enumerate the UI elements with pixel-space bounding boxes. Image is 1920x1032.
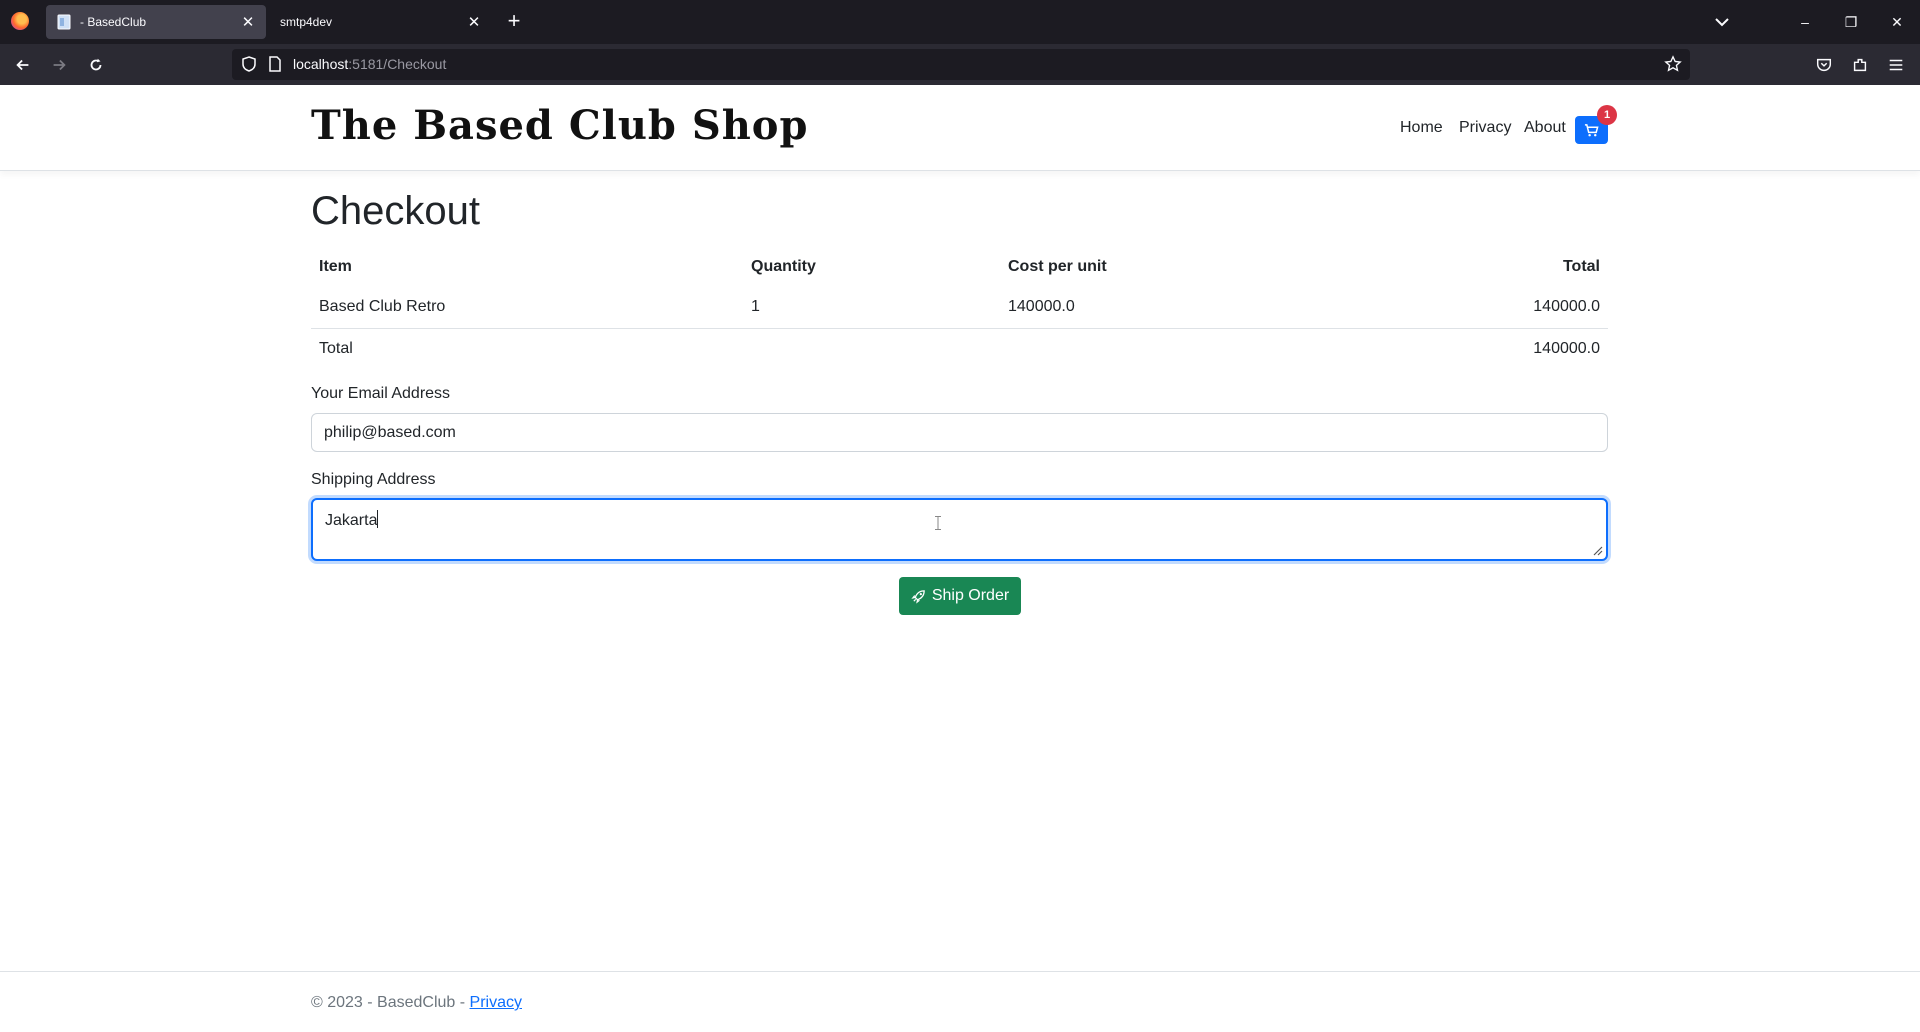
minimize-button[interactable]: – [1782, 0, 1828, 44]
browser-nav-bar: localhost:5181/Checkout [0, 44, 1920, 85]
page-icon [56, 14, 72, 30]
cart-table: Item Quantity Cost per unit Total Based … [311, 246, 1608, 369]
url-host: localhost [293, 56, 349, 72]
page-title: Checkout [311, 189, 480, 233]
nav-about-link[interactable]: About [1524, 119, 1566, 137]
footer-text: © 2023 - BasedClub - Privacy [311, 994, 522, 1012]
ship-order-label: Ship Order [931, 587, 1010, 604]
browser-tab-bar: - BasedClub ✕ smtp4dev ✕ + – ❐ ✕ [0, 0, 1920, 44]
column-header-item: Item [319, 257, 352, 275]
total-row: Total 140000.0 [311, 328, 1608, 369]
cart-count-badge: 1 [1597, 105, 1617, 125]
email-field[interactable]: philip@based.com [311, 413, 1608, 452]
table-row: Based Club Retro 1 140000.0 140000.0 [311, 287, 1608, 329]
nav-home-link[interactable]: Home [1400, 119, 1443, 137]
extensions-puzzle-icon[interactable] [1847, 52, 1873, 78]
tab-smtp4dev[interactable]: smtp4dev ✕ [272, 5, 492, 39]
email-label: Your Email Address [311, 385, 451, 402]
item-cost: 140000.0 [1000, 287, 1300, 329]
page-info-icon[interactable] [268, 56, 282, 72]
footer-privacy-link[interactable]: Privacy [470, 994, 522, 1011]
grand-total: 140000.0 [1533, 339, 1600, 357]
close-tab-icon[interactable]: ✕ [236, 10, 260, 34]
forward-arrow-icon[interactable] [46, 52, 72, 78]
url-path: :5181/Checkout [348, 56, 447, 72]
firefox-logo-icon[interactable] [11, 12, 29, 30]
close-tab-icon[interactable]: ✕ [462, 10, 486, 34]
restore-button[interactable]: ❐ [1828, 0, 1874, 44]
copyright-text: © 2023 - BasedClub - [311, 994, 470, 1011]
reload-icon[interactable] [83, 52, 109, 78]
tab-title: - BasedClub [80, 15, 147, 29]
text-cursor-ibeam-icon [935, 516, 941, 530]
tracking-protection-shield-icon[interactable] [241, 56, 257, 72]
bookmark-star-icon[interactable] [1664, 55, 1682, 73]
menu-hamburger-icon[interactable] [1883, 52, 1909, 78]
shopping-cart-icon [1584, 123, 1599, 136]
shipping-address-textarea[interactable]: Jakarta [311, 498, 1608, 561]
shipping-address-value: Jakarta [325, 512, 378, 529]
url-text[interactable]: localhost:5181/Checkout [293, 56, 446, 72]
resize-handle-icon[interactable] [1591, 544, 1603, 556]
table-header-row: Item Quantity Cost per unit Total [311, 246, 1608, 287]
brand-logo-text[interactable]: The Based Club Shop [311, 102, 808, 149]
column-header-cost: Cost per unit [1008, 257, 1107, 275]
nav-privacy-link[interactable]: Privacy [1459, 119, 1511, 137]
column-header-total: Total [1562, 257, 1600, 275]
ship-order-button[interactable]: Ship Order [899, 577, 1021, 615]
item-name: Based Club Retro [311, 287, 743, 329]
list-all-tabs-chevron-icon[interactable] [1710, 10, 1734, 34]
text-caret [377, 510, 379, 528]
rocket-icon [911, 589, 925, 604]
site-footer: © 2023 - BasedClub - Privacy [0, 971, 1920, 1032]
back-arrow-icon[interactable] [10, 52, 36, 78]
item-total: 140000.0 [1300, 287, 1608, 329]
site-header: The Based Club Shop Home Privacy About 1 [0, 85, 1920, 171]
item-quantity: 1 [743, 287, 1000, 329]
total-label: Total [319, 339, 353, 357]
window-close-button[interactable]: ✕ [1874, 0, 1920, 44]
new-tab-button[interactable]: + [502, 10, 526, 34]
column-header-quantity: Quantity [751, 257, 816, 275]
url-bar[interactable]: localhost:5181/Checkout [232, 49, 1690, 80]
shipping-address-label: Shipping Address [311, 471, 436, 488]
tab-basedclub[interactable]: - BasedClub ✕ [46, 5, 266, 39]
email-value: philip@based.com [324, 423, 456, 441]
pocket-icon[interactable] [1811, 52, 1837, 78]
tab-title: smtp4dev [280, 15, 333, 29]
